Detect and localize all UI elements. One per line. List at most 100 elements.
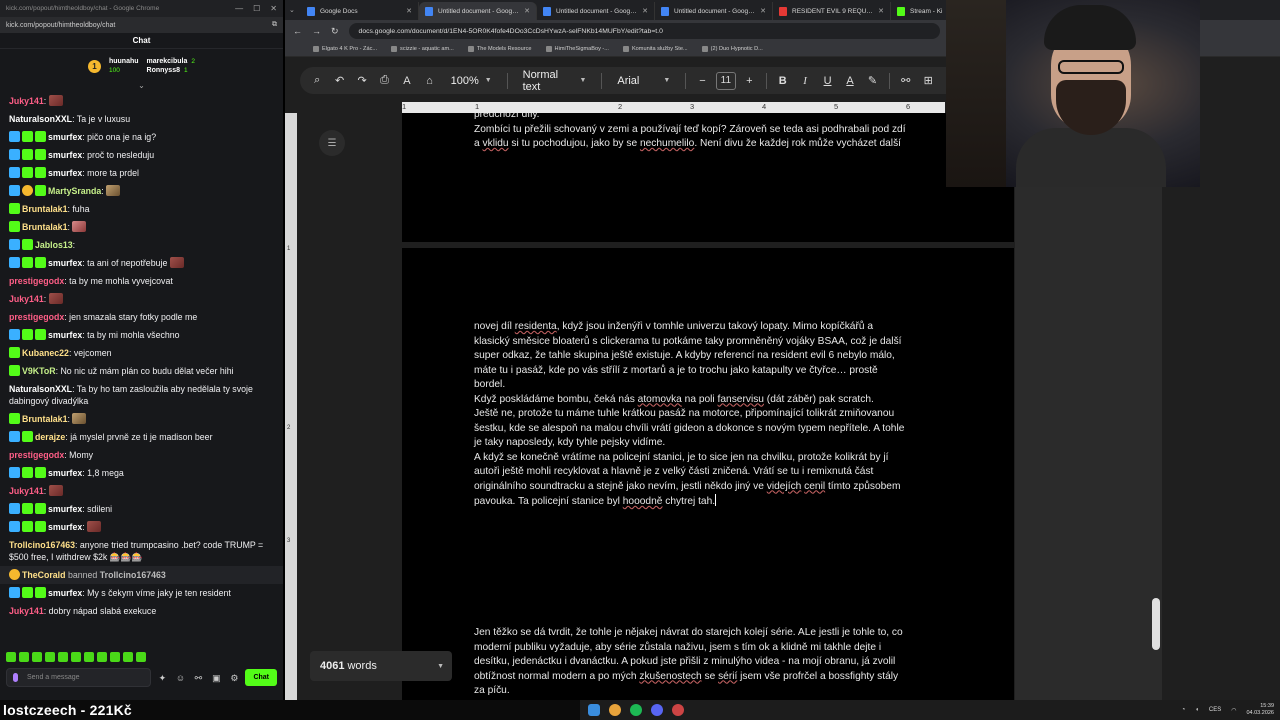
chat-message-list[interactable]: Juky141: NaturalsonXXL: Ta je v luxusu sm… — [0, 92, 283, 654]
chat-message[interactable]: Kubanec22: vejcomen — [9, 344, 277, 362]
tab-search-icon[interactable]: ⌄ — [289, 6, 301, 14]
browser-tab[interactable]: Google Docs ✕ — [301, 2, 419, 20]
ban-actor[interactable]: TheCorald — [22, 570, 66, 580]
text-line[interactable]: klasický směsice bloaterů s clickerama t… — [474, 335, 944, 350]
chat-message[interactable]: Juky141: dobry nápad slabá exekuce — [9, 602, 277, 620]
chevron-down-icon[interactable]: ▼ — [437, 663, 444, 670]
chat-message[interactable]: Juky141: — [9, 290, 277, 308]
volume-icon[interactable]: ◖ — [1195, 707, 1199, 713]
settings-icon[interactable]: ⚙ — [227, 671, 241, 685]
text-line[interactable]: Ještě ne, protože tu máme tuhle krátkou … — [474, 407, 944, 422]
chrome-icon[interactable] — [609, 704, 621, 716]
maximize-icon[interactable]: ☐ — [253, 4, 260, 13]
forward-icon[interactable]: → — [312, 26, 321, 36]
address-bar[interactable]: docs.google.com/document/d/1EN4-5OR0K4fo… — [348, 23, 940, 39]
chat-message[interactable]: smurfex: ta by mi mohla všechno — [9, 326, 277, 344]
browser-tab[interactable]: Untitled document - Google Do ✕ — [655, 2, 773, 20]
chat-message[interactable]: prestigegodx: jen smazala stary fotky po… — [9, 308, 277, 326]
reload-icon[interactable]: ↻ — [331, 26, 339, 37]
close-icon[interactable]: ✕ — [270, 4, 277, 13]
ban-target[interactable]: Trollcino167463 — [100, 570, 166, 580]
chat-message[interactable]: Bruntalak1: — [9, 410, 277, 428]
browser-tab[interactable]: Untitled document - Google Do ✕ — [419, 2, 537, 20]
text-line[interactable]: autoři ještě mohli recyklovat a hlavně j… — [474, 465, 944, 480]
chat-message[interactable]: smurfex: proč to nesleduju — [9, 146, 277, 164]
chat-username[interactable]: Juky141 — [9, 96, 44, 106]
browser-tab[interactable]: Untitled document - Google Do ✕ — [537, 2, 655, 20]
bookmark-item[interactable]: Komunita služby Ste... — [622, 46, 688, 52]
print-icon[interactable]: ⎙ — [375, 71, 393, 91]
chat-username[interactable]: smurfex — [48, 258, 82, 268]
chat-username[interactable]: smurfex — [48, 522, 82, 532]
chevron-down-icon[interactable]: ⌄ — [0, 82, 283, 91]
chat-message[interactable]: smurfex: sdileni — [9, 500, 277, 518]
word-count-widget[interactable]: 4061 words ▼ — [310, 651, 452, 681]
clock[interactable]: 15:39 04.03.2026 — [1246, 703, 1274, 717]
chat-message[interactable]: V9KToR: No nic už mám plán co budu dělat… — [9, 362, 277, 380]
back-icon[interactable]: ← — [293, 26, 302, 36]
chat-username[interactable]: smurfex — [48, 588, 82, 598]
wifi-icon[interactable]: ◠ — [1231, 707, 1236, 714]
bookmark-item[interactable]: Elgato 4 K Pro - Zác... — [313, 46, 377, 52]
chat-username[interactable]: prestigegodx — [9, 312, 64, 322]
text-line[interactable]: novej díl residenta, když jsou inženýři … — [474, 320, 944, 335]
chat-message[interactable]: prestigegodx: Momy — [9, 446, 277, 464]
text-line[interactable]: originálního soundtracku a stejně jako n… — [474, 480, 944, 495]
font-select[interactable]: Arial ▼ — [609, 75, 678, 87]
chat-username[interactable]: Trollcino167463 — [9, 540, 75, 550]
emote-bar[interactable] — [6, 652, 146, 664]
text-line[interactable]: obtížnost normal modern a po mých zkušen… — [474, 670, 944, 685]
chat-message[interactable]: smurfex: ta ani of nepotřebuje — [9, 254, 277, 272]
chat-username[interactable]: MartySranda — [48, 186, 101, 196]
paint-format-icon[interactable]: ⌂ — [420, 71, 438, 91]
text-line[interactable]: bordel. — [474, 378, 944, 393]
chat-username[interactable]: Juky141 — [9, 294, 44, 304]
paragraph[interactable]: novej díl residenta, když jsou inženýři … — [474, 320, 944, 510]
paragraph[interactable]: Jen těžko se dá tvrdit, že tohle je něja… — [474, 626, 944, 699]
chat-message[interactable]: Bruntalak1: fuha — [9, 200, 277, 218]
vertical-ruler[interactable]: 1 2 3 — [285, 113, 297, 700]
insert-link-icon[interactable]: ⚯ — [897, 71, 915, 91]
text-line[interactable]: Jen těžko se dá tvrdit, že tohle je něja… — [474, 626, 944, 641]
app-icon[interactable] — [672, 704, 684, 716]
chat-username[interactable]: smurfex — [48, 468, 82, 478]
document-outline-icon[interactable]: ☰ — [319, 130, 345, 156]
chat-message[interactable]: Juky141: — [9, 482, 277, 500]
page-text[interactable]: předchozí díly. Zombíci tu přežili schova… — [474, 113, 944, 152]
emoji-icon[interactable]: ☺ — [173, 671, 187, 685]
text-line[interactable]: máte tu i pasáž, kde po vás střílí z mor… — [474, 364, 944, 379]
chat-message[interactable]: NaturalsonXXL: Ta je v luxusu — [9, 110, 277, 128]
document-page[interactable]: předchozí díly. Zombíci tu přežili schova… — [402, 113, 1014, 242]
chat-message[interactable]: Jablos13: — [9, 236, 277, 254]
redo-icon[interactable]: ↷ — [353, 71, 371, 91]
text-line[interactable]: Zombíci tu přežili schovaný v zemi a pou… — [474, 123, 944, 138]
text-line[interactable]: a vklidu si tu pochodujou, jako by se ne… — [474, 137, 944, 152]
chat-message[interactable]: smurfex: 1,8 mega — [9, 464, 277, 482]
chat-username[interactable]: Bruntalak1 — [22, 414, 67, 424]
document-page[interactable]: novej díl residenta, když jsou inženýři … — [402, 248, 1014, 700]
chat-username[interactable]: Juky141 — [9, 606, 44, 616]
spotify-icon[interactable] — [630, 704, 642, 716]
tab-close-icon[interactable]: ✕ — [406, 7, 412, 15]
chat-message[interactable]: MartySranda: — [9, 182, 277, 200]
chat-message-input[interactable]: Send a message — [6, 668, 152, 687]
bookmark-item[interactable]: The Models Resource — [467, 46, 532, 52]
document-scrollbar[interactable] — [1152, 598, 1160, 650]
chat-username[interactable]: Jablos13 — [35, 240, 73, 250]
text-color-icon[interactable]: A — [841, 71, 859, 91]
chat-message[interactable]: Juky141: — [9, 92, 277, 110]
tab-close-icon[interactable]: ✕ — [760, 7, 766, 15]
chat-username[interactable]: Bruntalak1 — [22, 204, 67, 214]
document-canvas[interactable]: ☰ předchozí díly. Zombíci tu přežili scho… — [297, 113, 1014, 700]
chat-username[interactable]: smurfex — [48, 504, 82, 514]
chat-username[interactable]: NaturalsonXXL — [9, 384, 72, 394]
chat-username[interactable]: smurfex — [48, 330, 82, 340]
extensions-icon[interactable]: ⧉ — [272, 21, 277, 29]
leaderboard-user[interactable]: Ronnyss8 — [147, 67, 180, 74]
text-line[interactable]: A když se konečně vrátíme na policejní s… — [474, 451, 944, 466]
chat-username[interactable]: derajze — [35, 432, 65, 442]
chat-send-button[interactable]: Chat — [245, 669, 277, 686]
highlight-icon[interactable]: ✎ — [863, 71, 881, 91]
text-line[interactable]: je taky naposledy, kdy tyhle pejsky vidí… — [474, 436, 944, 451]
undo-icon[interactable]: ↶ — [330, 71, 348, 91]
